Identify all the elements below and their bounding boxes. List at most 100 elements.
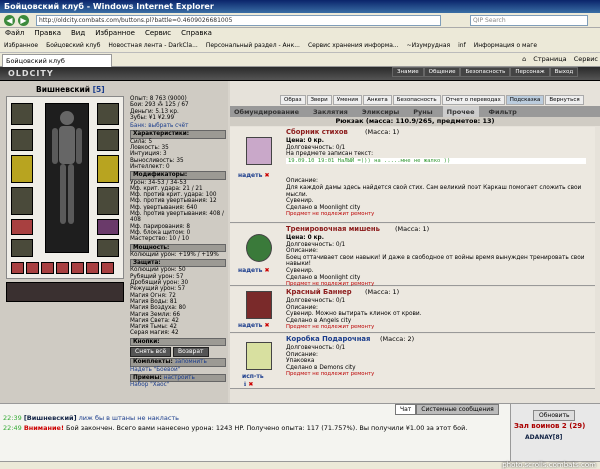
game-frame: OLDCITY Знамие Общение Безопасность Персона… <box>0 67 600 403</box>
configure-link[interactable]: настроить <box>164 375 195 381</box>
bank-link[interactable]: Банк: выбрать счёт <box>130 123 226 129</box>
earring-slot[interactable] <box>97 103 119 125</box>
inventory-item: надеть ✖ Красный Баннер (Масса: 1) Долго… <box>230 287 595 333</box>
amulet-slot[interactable] <box>11 129 33 151</box>
remove-all-button[interactable]: Снять всё <box>130 346 172 358</box>
character-level: [5] <box>92 85 105 94</box>
fav-link[interactable]: Сервис хранения информа... <box>304 39 403 52</box>
weapon-slot[interactable] <box>11 155 33 183</box>
offhand-slot[interactable] <box>97 155 119 183</box>
page-menu[interactable]: Страница <box>533 55 566 63</box>
buttons-header[interactable]: Кнопки: <box>130 337 226 346</box>
item-durability: Долговечность: 0/1 <box>286 241 346 248</box>
wear-link[interactable]: надеть <box>238 172 262 179</box>
nav-item[interactable]: Знамие <box>392 67 424 77</box>
stat-line: Интеллект: 0 <box>130 163 170 170</box>
tab-profile[interactable]: Анкета <box>363 95 392 105</box>
leggings-slot[interactable] <box>97 239 119 257</box>
traits-header[interactable]: Характеристики: <box>130 130 226 139</box>
scroll-slot[interactable] <box>41 262 54 274</box>
item-mass: (Масса: 1) <box>365 128 400 136</box>
mods-header[interactable]: Модификаторы: <box>130 171 226 180</box>
scroll-slot[interactable] <box>26 262 39 274</box>
fav-link[interactable]: Бойцовский клуб <box>42 39 104 52</box>
return-button[interactable]: Возврат <box>173 346 209 358</box>
nav-item[interactable]: Безопасность <box>460 67 511 77</box>
fav-link[interactable]: Информация о маге <box>470 39 541 52</box>
menu-help[interactable]: Справка <box>176 28 217 38</box>
item-extra: На предмете записан текст: <box>286 151 374 158</box>
tab-back[interactable]: Вернуться <box>545 95 584 105</box>
delete-icon[interactable]: ✖ <box>264 172 269 179</box>
menu-favorites[interactable]: Избранное <box>90 28 140 38</box>
info-icon[interactable]: ℹ <box>244 381 246 388</box>
boots-slot[interactable] <box>11 239 33 257</box>
home-icon[interactable]: ⌂ <box>522 55 526 63</box>
address-input[interactable]: http://oldcity.combats.com/buttons.pl?ba… <box>36 15 441 26</box>
item-made: Сделано в Moonlight city <box>286 274 361 281</box>
scroll-slot[interactable] <box>71 262 84 274</box>
fav-link[interactable]: Персональный раздел - Анк... <box>202 39 304 52</box>
search-input[interactable]: QIP Search <box>470 15 588 26</box>
tab-transfer-report[interactable]: Отчет о переводах <box>441 95 505 105</box>
scroll-slot[interactable] <box>101 262 114 274</box>
set-item-link[interactable]: Надеть "Боевой" <box>130 367 226 373</box>
tab-pets[interactable]: Звери <box>306 95 332 105</box>
tab-hint[interactable]: Подсказка <box>505 95 545 105</box>
inventory-item: исп-ть ℹ ✖ Коробка Подарочная (Масса: 2)… <box>230 334 595 389</box>
nav-item[interactable]: Персонаж <box>510 67 550 77</box>
delete-icon[interactable]: ✖ <box>248 381 253 388</box>
fav-link[interactable]: inf <box>454 39 470 52</box>
scroll-slot[interactable] <box>56 262 69 274</box>
fav-link[interactable]: Новостная лента - DarkCla... <box>104 39 201 52</box>
item-name[interactable]: Сборник стихов <box>286 129 348 136</box>
menu-edit[interactable]: Правка <box>29 28 66 38</box>
refresh-button[interactable]: Обновить <box>533 410 576 421</box>
use-link[interactable]: исп-ть <box>242 373 264 380</box>
scroll-slot[interactable] <box>86 262 99 274</box>
armor-slot[interactable] <box>11 187 33 215</box>
belt-slot[interactable] <box>11 219 33 235</box>
game-header: OLDCITY Знамие Общение Безопасность Персона… <box>0 67 600 81</box>
wear-link[interactable]: надеть <box>238 267 262 274</box>
menu-tools[interactable]: Сервис <box>140 28 176 38</box>
rune-slots[interactable] <box>6 282 124 302</box>
remember-link[interactable]: запомнить <box>175 359 207 365</box>
fav-link[interactable]: ~Изумрудная <box>403 39 455 52</box>
back-icon[interactable]: ◀ <box>4 15 15 26</box>
tools-menu[interactable]: Сервис <box>574 55 598 63</box>
power-header[interactable]: Мощность: <box>130 243 226 252</box>
shield-slot[interactable] <box>97 187 119 215</box>
tab-image[interactable]: Образ <box>280 95 306 105</box>
item-made: Сделано в Moonlight city <box>286 204 361 211</box>
gloves-slot[interactable] <box>97 129 119 151</box>
ring-slot[interactable] <box>97 219 119 235</box>
tricks-header[interactable]: Приемы: настроить <box>130 373 226 383</box>
room-name: Зал воинов 2 (29) <box>514 422 586 430</box>
item-name[interactable]: Коробка Подарочная <box>286 336 370 343</box>
trick-set-link[interactable]: Набор "Хаос" <box>130 382 226 388</box>
stat-line: Зубы: ¥1 ¥2.99 <box>130 114 175 121</box>
tab-security[interactable]: Безопасность <box>392 95 441 105</box>
forward-icon[interactable]: ▶ <box>18 15 29 26</box>
item-descr-label: Описание: <box>286 351 318 358</box>
menu-file[interactable]: Файл <box>0 28 29 38</box>
tab-skills[interactable]: Умения <box>332 95 363 105</box>
item-name[interactable]: Тренировочная мишень <box>286 226 380 233</box>
sets-header[interactable]: Комплекты: запомнить <box>130 358 226 367</box>
nav-item[interactable]: Выход <box>549 67 579 77</box>
delete-icon[interactable]: ✖ <box>264 322 269 329</box>
helmet-slot[interactable] <box>11 103 33 125</box>
message-author[interactable]: [Вишневский] <box>24 414 77 422</box>
item-mass: (Масса: 1) <box>395 225 430 233</box>
item-name[interactable]: Красный Баннер <box>286 289 352 296</box>
nav-item[interactable]: Общение <box>423 67 461 77</box>
scroll-slot[interactable] <box>11 262 24 274</box>
browser-tab[interactable]: Бойцовский клуб <box>2 54 112 67</box>
menu-view[interactable]: Вид <box>66 28 90 38</box>
favorites-button[interactable]: Избранное <box>0 39 42 52</box>
room-player[interactable]: ADANAY[8] <box>525 434 562 441</box>
delete-icon[interactable]: ✖ <box>264 267 269 274</box>
character-name[interactable]: Вишневский [5] <box>36 85 105 94</box>
wear-link[interactable]: надеть <box>238 322 262 329</box>
